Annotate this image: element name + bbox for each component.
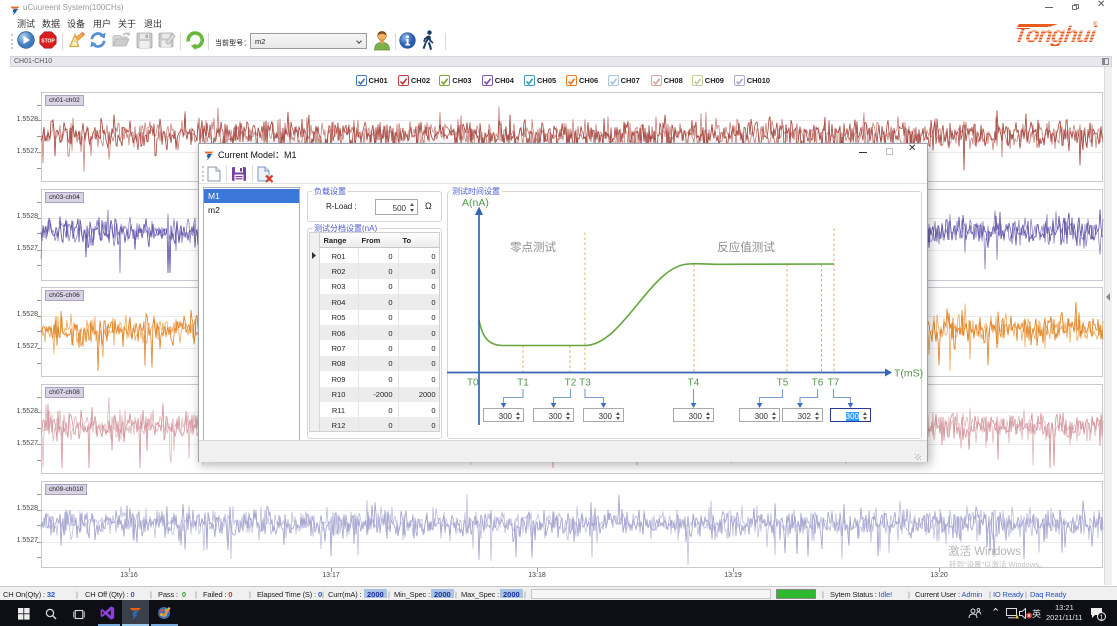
svg-text:T6: T6 bbox=[812, 378, 824, 389]
svg-text:A(nA): A(nA) bbox=[462, 197, 489, 209]
svg-text:T(mS): T(mS) bbox=[894, 368, 923, 380]
svg-text:STOP: STOP bbox=[41, 38, 55, 44]
svg-text:T5: T5 bbox=[777, 378, 789, 389]
svg-text:T2: T2 bbox=[565, 378, 577, 389]
svg-text:T7: T7 bbox=[828, 378, 840, 389]
svg-text:T0: T0 bbox=[467, 378, 479, 389]
svg-text:T1: T1 bbox=[517, 378, 529, 389]
svg-text:反应值测试: 反应值测试 bbox=[717, 240, 775, 254]
svg-text:零点测试: 零点测试 bbox=[510, 241, 556, 254]
svg-text:1: 1 bbox=[1100, 614, 1104, 621]
svg-text:T3: T3 bbox=[579, 378, 591, 389]
svg-text:T4: T4 bbox=[688, 378, 700, 389]
